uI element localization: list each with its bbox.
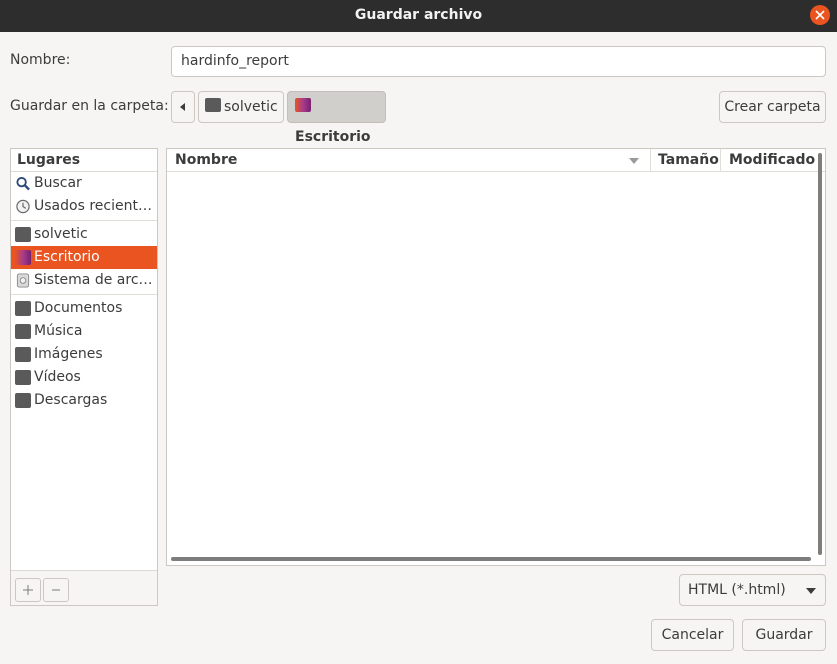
desktop-folder-icon: [295, 98, 311, 112]
path-item-label: solvetic: [224, 99, 278, 115]
sidebar-item-musica[interactable]: Música: [11, 320, 157, 343]
minus-icon: [52, 589, 60, 591]
file-type-value: HTML (*.html): [688, 582, 786, 598]
path-item-label: Escritorio: [295, 129, 371, 145]
cancel-button[interactable]: Cancelar: [651, 619, 734, 651]
places-header: Lugares: [11, 149, 157, 172]
sidebar-item-label: Descargas: [34, 392, 108, 408]
path-back-button[interactable]: [171, 91, 195, 123]
sidebar-item-solvetic[interactable]: solvetic: [11, 223, 157, 246]
places-sidebar: Lugares Buscar Usados recient… solvetic …: [10, 148, 158, 606]
sidebar-separator: [11, 294, 157, 295]
sidebar-separator: [11, 220, 157, 221]
window-title: Guardar archivo: [354, 7, 483, 23]
sidebar-item-label: solvetic: [34, 226, 88, 242]
path-item-escritorio[interactable]: Escritorio: [287, 91, 386, 145]
chevron-down-icon: [806, 588, 816, 594]
sidebar-toolbar: [11, 570, 157, 605]
recent-icon: [16, 199, 30, 214]
sidebar-item-label: Vídeos: [34, 369, 81, 385]
horizontal-scrollbar[interactable]: [171, 557, 811, 561]
sidebar-item-recientes[interactable]: Usados recient…: [11, 195, 157, 218]
sidebar-item-documentos[interactable]: Documentos: [11, 297, 157, 320]
sidebar-item-buscar[interactable]: Buscar: [11, 172, 157, 195]
plus-icon: [23, 585, 33, 595]
column-header-modificado[interactable]: Modificado: [729, 149, 815, 171]
remove-bookmark-button[interactable]: [43, 578, 69, 602]
search-icon: [16, 176, 30, 191]
sidebar-item-label: Buscar: [34, 175, 82, 191]
title-bar: Guardar archivo: [0, 0, 837, 32]
drive-icon: [16, 273, 30, 288]
folder-icon: [15, 324, 31, 339]
column-separator: [650, 149, 651, 171]
file-type-select[interactable]: HTML (*.html): [679, 574, 826, 606]
folder-icon: [15, 301, 31, 316]
sidebar-item-label: Música: [34, 323, 83, 339]
create-folder-button[interactable]: Crear carpeta: [719, 91, 826, 123]
save-in-folder-label: Guardar en la carpeta:: [10, 98, 169, 114]
vertical-scrollbar[interactable]: [818, 153, 822, 555]
file-list[interactable]: Nombre Tamaño Modificado: [166, 148, 826, 566]
sidebar-item-sistema-archivos[interactable]: Sistema de arc…: [11, 269, 157, 292]
sidebar-item-label: Imágenes: [34, 346, 103, 362]
close-button[interactable]: [810, 5, 830, 25]
sort-down-icon: [629, 158, 639, 164]
save-button[interactable]: Guardar: [742, 619, 826, 651]
sidebar-item-videos[interactable]: Vídeos: [11, 366, 157, 389]
sidebar-item-label: Documentos: [34, 300, 123, 316]
folder-icon: [15, 393, 31, 408]
filename-input[interactable]: hardinfo_report: [171, 46, 826, 77]
sidebar-item-escritorio[interactable]: Escritorio: [11, 246, 157, 269]
home-folder-icon: [15, 227, 31, 242]
path-item-solvetic[interactable]: solvetic: [198, 91, 284, 123]
folder-icon: [15, 370, 31, 385]
column-header-tamano[interactable]: Tamaño: [658, 149, 719, 171]
sidebar-item-label: Sistema de arc…: [34, 272, 153, 288]
add-bookmark-button[interactable]: [15, 578, 41, 602]
folder-icon: [15, 347, 31, 362]
sidebar-item-imagenes[interactable]: Imágenes: [11, 343, 157, 366]
chevron-left-icon: [180, 103, 185, 111]
close-icon: [815, 10, 825, 20]
file-list-header: Nombre Tamaño Modificado: [167, 149, 825, 172]
column-header-nombre[interactable]: Nombre: [175, 149, 237, 171]
home-folder-icon: [205, 98, 221, 112]
desktop-folder-icon: [15, 250, 31, 265]
sidebar-item-descargas[interactable]: Descargas: [11, 389, 157, 412]
sidebar-item-label: Escritorio: [34, 249, 100, 265]
column-separator: [720, 149, 721, 171]
sidebar-item-label: Usados recient…: [34, 198, 152, 214]
name-label: Nombre:: [10, 52, 71, 68]
